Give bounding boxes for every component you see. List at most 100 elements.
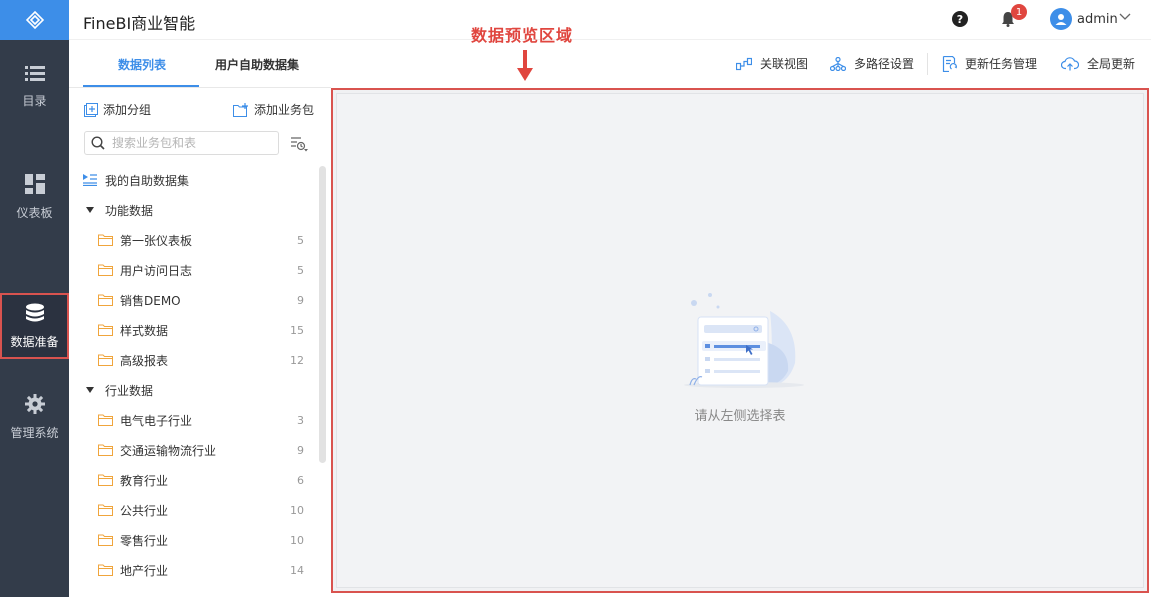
relation-view-icon — [736, 57, 752, 70]
item-count: 5 — [297, 233, 304, 247]
group-label: 功能数据 — [105, 203, 154, 218]
nav-item-data-prep[interactable]: 数据准备 — [0, 293, 69, 359]
item-label: 用户访问日志 — [120, 263, 193, 278]
global-update-label: 全局更新 — [1087, 57, 1136, 71]
list-item[interactable]: 公共行业 10 — [69, 495, 319, 525]
task-refresh-icon — [942, 55, 957, 72]
update-task-manage-button[interactable]: 更新任务管理 — [941, 55, 1037, 72]
nav-item-admin[interactable]: 管理系统 — [0, 382, 69, 452]
folder-icon — [98, 534, 113, 546]
item-label: 交通运输物流行业 — [120, 443, 217, 458]
data-list-panel: 数据列表 用户自助数据集 添加分组 添加业务包 搜索业务包和表 我的自助数据集 … — [69, 40, 331, 597]
item-label: 教育行业 — [120, 473, 169, 488]
global-update-button[interactable]: 全局更新 — [1061, 55, 1135, 72]
add-package-label: 添加业务包 — [254, 103, 315, 117]
toolbar-divider — [927, 53, 928, 75]
list-item[interactable]: 用户访问日志 5 — [69, 255, 319, 285]
item-count: 10 — [290, 503, 304, 517]
filter-sort-icon[interactable] — [290, 136, 308, 152]
nav-item-dashboard[interactable]: 仪表板 — [0, 162, 69, 232]
tab-self-service-datasets[interactable]: 用户自助数据集 — [215, 56, 299, 73]
dashboard-icon — [24, 173, 45, 194]
group-industry-data[interactable]: 行业数据 — [86, 375, 336, 405]
username[interactable]: admin — [1077, 12, 1118, 27]
list-item[interactable]: 高级报表 12 — [69, 345, 319, 375]
folder-icon — [98, 294, 113, 306]
nav-label: 管理系统 — [10, 425, 59, 440]
list-item[interactable]: 地产行业 14 — [69, 555, 319, 585]
nav-label: 仪表板 — [16, 205, 53, 220]
gear-icon — [24, 393, 45, 414]
add-group-label: 添加分组 — [103, 103, 152, 117]
search-input[interactable] — [112, 136, 272, 150]
database-icon — [25, 303, 44, 321]
preview-canvas: 请从左侧选择表 — [336, 93, 1144, 588]
list-item[interactable]: 销售DEMO 9 — [69, 285, 319, 315]
item-label: 公共行业 — [120, 503, 169, 518]
active-tab-indicator — [83, 85, 199, 87]
list-icon — [24, 65, 45, 81]
logo[interactable] — [0, 0, 69, 40]
list-item[interactable]: 零售行业 10 — [69, 525, 319, 555]
add-group-icon — [84, 102, 98, 117]
caret-down-icon — [86, 387, 94, 393]
item-label: 高级报表 — [120, 353, 169, 368]
folder-icon — [98, 444, 113, 456]
item-count: 9 — [297, 443, 304, 457]
folder-icon — [98, 564, 113, 576]
multipath-settings-button[interactable]: 多路径设置 — [830, 55, 914, 72]
list-item[interactable]: 交通运输物流行业 9 — [69, 435, 319, 465]
list-item[interactable]: 教育行业 6 — [69, 465, 319, 495]
folder-icon — [98, 504, 113, 516]
empty-state-text: 请从左侧选择表 — [694, 409, 786, 424]
my-datasets-item[interactable]: 我的自助数据集 — [83, 165, 333, 195]
item-count: 5 — [297, 263, 304, 277]
add-group-button[interactable]: 添加分组 — [84, 101, 151, 118]
avatar[interactable] — [1050, 8, 1072, 30]
top-header: FineBI商业智能 ? 1 admin — [69, 0, 1151, 40]
group-functional-data[interactable]: 功能数据 — [86, 195, 336, 225]
folder-icon — [98, 414, 113, 426]
item-count: 15 — [290, 323, 304, 337]
list-item[interactable]: 第一张仪表板 5 — [69, 225, 319, 255]
item-count: 12 — [290, 353, 304, 367]
add-package-icon — [233, 102, 248, 117]
multipath-icon — [830, 56, 846, 71]
tree-scrollbar[interactable] — [319, 166, 326, 463]
search-box[interactable] — [84, 131, 279, 155]
preview-toolbar: 关联视图 多路径设置 更新任务管理 全局更新 — [331, 40, 1151, 88]
folder-icon — [98, 474, 113, 486]
caret-down-icon — [86, 207, 94, 213]
logo-icon — [25, 10, 44, 30]
list-item[interactable]: 样式数据 15 — [69, 315, 319, 345]
relation-view-button[interactable]: 关联视图 — [736, 55, 808, 72]
folder-icon — [98, 354, 113, 366]
item-count: 9 — [297, 293, 304, 307]
item-count: 14 — [290, 563, 304, 577]
empty-state-illustration — [684, 293, 804, 388]
app-root: 目录 仪表板 数据准备 管理系统 FineBI商业智能 ? 1 admin 数据… — [0, 0, 1151, 597]
folder-icon — [98, 324, 113, 336]
add-package-button[interactable]: 添加业务包 — [233, 101, 314, 118]
user-icon — [1055, 14, 1067, 25]
folder-icon — [98, 234, 113, 246]
item-label: 第一张仪表板 — [120, 233, 193, 248]
item-label: 销售DEMO — [120, 293, 181, 308]
nav-label: 数据准备 — [10, 334, 59, 349]
list-item[interactable]: 电气电子行业 3 — [69, 405, 319, 435]
data-preview-area: 请从左侧选择表 — [331, 88, 1149, 593]
item-count: 6 — [297, 473, 304, 487]
tab-data-list[interactable]: 数据列表 — [118, 56, 166, 73]
app-title: FineBI商业智能 — [83, 14, 196, 33]
help-icon[interactable]: ? — [952, 11, 968, 27]
nav-item-catalog[interactable]: 目录 — [0, 52, 69, 122]
nav-label: 目录 — [22, 93, 47, 108]
chevron-down-icon[interactable] — [1119, 13, 1131, 21]
panel-tabs: 数据列表 用户自助数据集 — [69, 40, 331, 88]
item-label: 零售行业 — [120, 533, 169, 548]
item-label: 地产行业 — [120, 563, 169, 578]
item-count: 10 — [290, 533, 304, 547]
dataset-list-icon — [83, 174, 97, 186]
side-nav: 目录 仪表板 数据准备 管理系统 — [0, 0, 69, 597]
relation-view-label: 关联视图 — [760, 57, 809, 71]
